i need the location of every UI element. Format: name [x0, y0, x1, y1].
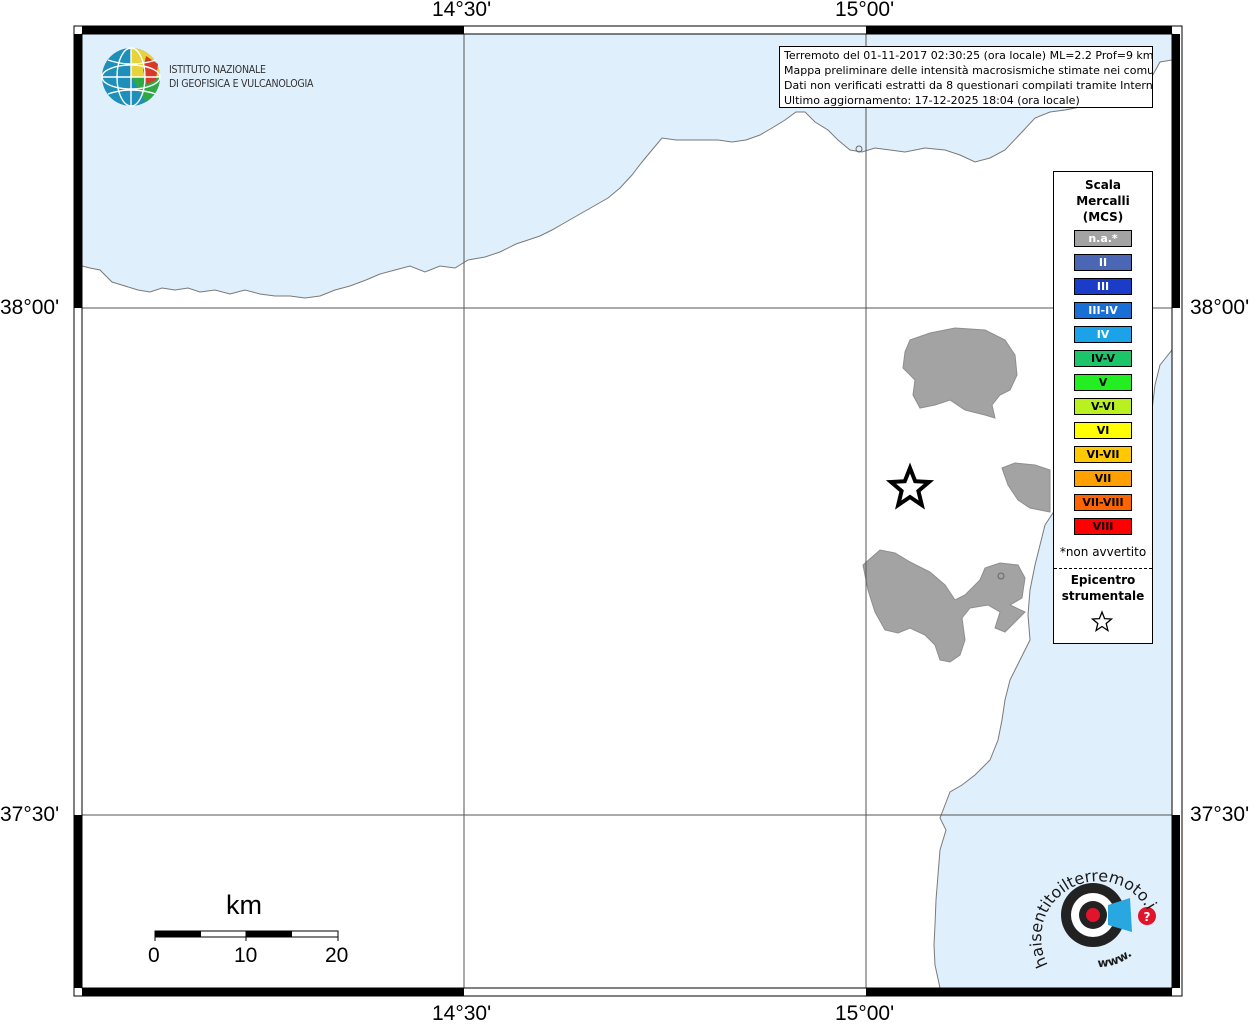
- legend-epicenter-label: Epicentro strumentale: [1061, 573, 1145, 603]
- legend-swatch: VII-VIII: [1074, 494, 1132, 511]
- legend-swatch: III-IV: [1074, 302, 1132, 319]
- legend-star-icon: [1090, 610, 1114, 632]
- legend-note: *non avvertito: [1059, 545, 1147, 559]
- event-info-line4: Ultimo aggiornamento: 17-12-2025 18:04 (…: [784, 94, 1080, 107]
- event-info-line1: Terremoto del 01-11-2017 02:30:25 (ora l…: [784, 49, 1153, 62]
- lat-label-left-1: 38°00': [0, 296, 60, 319]
- scale-bar-unit: km: [226, 890, 262, 920]
- ingv-logo-line1: ISTITUTO NAZIONALE: [169, 63, 266, 76]
- hsit-logo-url: www.: [1097, 946, 1134, 970]
- scale-tick-20: 20: [325, 944, 349, 967]
- legend-swatch: n.a.*: [1074, 230, 1132, 247]
- lat-label-right-1: 38°00': [1190, 296, 1250, 319]
- hsit-logo[interactable]: haisentitoilterremoto.it www.: [1020, 855, 1170, 980]
- legend-swatch: V: [1074, 374, 1132, 391]
- legend-swatch: V-VI: [1074, 398, 1132, 415]
- legend-swatch: IV-V: [1074, 350, 1132, 367]
- legend-swatch: VII: [1074, 470, 1132, 487]
- ingv-globe-icon: [101, 47, 161, 107]
- event-info-box: Terremoto del 01-11-2017 02:30:25 (ora l…: [779, 46, 1153, 108]
- lat-label-left-2: 37°30': [0, 803, 60, 826]
- legend-swatch: II: [1074, 254, 1132, 271]
- scale-tick-0: 0: [148, 944, 160, 967]
- legend-swatch: IV: [1074, 326, 1132, 343]
- legend-swatch: VI-VII: [1074, 446, 1132, 463]
- lon-label-bottom-2: 15°00': [835, 1002, 895, 1025]
- lat-label-right-2: 37°30': [1190, 803, 1250, 826]
- lon-label-bottom-1: 14°30': [432, 1002, 492, 1025]
- event-info-line2: Mappa preliminare delle intensità macros…: [784, 64, 1153, 77]
- legend-swatch: VIII: [1074, 518, 1132, 535]
- event-info-line3: Dati non verificati estratti da 8 questi…: [784, 79, 1153, 92]
- legend-title: Scala Mercalli (MCS): [1076, 178, 1130, 224]
- hsit-logo-text: haisentitoilterremoto.it: [1020, 855, 1161, 971]
- legend-divider: [1054, 568, 1152, 569]
- ingv-logo-text: ISTITUTO NAZIONALE DI GEOFISICA E VULCAN…: [169, 63, 313, 91]
- legend-swatch: III: [1074, 278, 1132, 295]
- svg-text:haisentitoilterremoto.it: haisentitoilterremoto.it: [1020, 855, 1161, 971]
- scale-tick-10: 10: [234, 944, 258, 967]
- lon-label-top-1: 14°30': [432, 0, 492, 21]
- mcs-legend: Scala Mercalli (MCS) n.a.* II III III-IV IV I…: [1053, 171, 1153, 644]
- lon-label-top-2: 15°00': [835, 0, 895, 21]
- svg-text:www.: www.: [1097, 946, 1134, 970]
- ingv-logo-line2: DI GEOFISICA E VULCANOLOGIA: [169, 77, 314, 90]
- legend-swatch: VI: [1074, 422, 1132, 439]
